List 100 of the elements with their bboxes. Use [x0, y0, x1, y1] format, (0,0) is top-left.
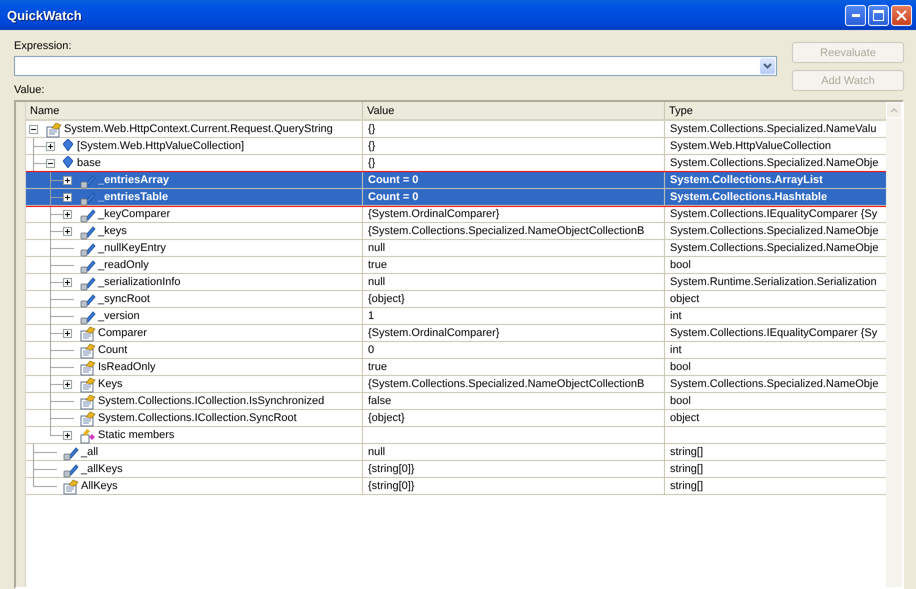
member-value: Count = 0	[368, 174, 418, 186]
tree-row[interactable]: _entriesTable Count = 0 System.Collections.Hashtable	[26, 189, 886, 206]
field-icon	[80, 275, 96, 291]
member-value: {System.OrdinalComparer}	[368, 327, 500, 339]
member-name: AllKeys	[81, 480, 118, 492]
member-name: _readOnly	[98, 259, 149, 271]
member-name: System.Web.HttpContext.Current.Request.QueryString	[64, 123, 333, 135]
field-icon	[80, 309, 96, 325]
member-value: null	[368, 242, 386, 254]
property-icon	[46, 122, 62, 138]
member-type: bool	[670, 361, 691, 373]
tree-row[interactable]: [System.Web.HttpValueCollection] {} System.Web.HttpValueCollection	[26, 138, 886, 155]
expand-icon[interactable]	[63, 210, 72, 219]
member-name: _all	[81, 446, 98, 458]
member-type: System.Collections.Specialized.NameObje	[670, 242, 878, 254]
member-name: System.Collections.ICollection.SyncRoot	[98, 412, 297, 424]
member-name: Keys	[98, 378, 122, 390]
tree-row[interactable]: _entriesArray Count = 0 System.Collections.ArrayList	[26, 172, 886, 189]
maximize-icon	[873, 10, 884, 20]
close-button[interactable]	[891, 4, 912, 26]
member-value: null	[368, 446, 386, 458]
tree-row[interactable]: _serializationInfo null System.Runtime.Serialization.Serialization	[26, 274, 886, 291]
static-members-icon	[80, 428, 96, 444]
collapse-icon[interactable]	[29, 125, 38, 134]
property-icon	[80, 326, 96, 342]
diamond-icon	[63, 156, 73, 168]
member-value: {System.Collections.Specialized.NameObjectCollectionB	[368, 225, 644, 237]
field-icon	[80, 173, 96, 189]
scrollbar[interactable]	[886, 102, 902, 587]
tree-row[interactable]: System.Collections.ICollection.IsSynchronized false bool	[26, 393, 886, 410]
tree-row[interactable]: _keys {System.Collections.Specialized.NameObjectCollectionB System.Collections.Specialized.NameObje	[26, 223, 886, 240]
column-header[interactable]: Value	[363, 102, 665, 119]
window-title: QuickWatch	[7, 8, 82, 22]
field-icon	[80, 241, 96, 257]
member-type: bool	[670, 395, 691, 407]
member-name: _keys	[98, 225, 127, 237]
member-value: {}	[368, 140, 376, 152]
field-icon	[80, 224, 96, 240]
member-value: null	[368, 276, 386, 288]
member-value: 1	[368, 310, 374, 322]
tree-row[interactable]: Static members	[26, 427, 886, 444]
expression-field[interactable]	[14, 56, 777, 76]
member-name: _entriesArray	[98, 174, 169, 186]
minimize-button[interactable]	[845, 4, 866, 26]
property-icon	[80, 360, 96, 376]
tree-row[interactable]: _all null string[]	[26, 444, 886, 461]
member-name: _nullKeyEntry	[98, 242, 166, 254]
tree-row[interactable]: _nullKeyEntry null System.Collections.Specialized.NameObje	[26, 240, 886, 257]
expand-icon[interactable]	[63, 193, 72, 202]
collapse-icon[interactable]	[46, 159, 55, 168]
tree-row[interactable]: IsReadOnly true bool	[26, 359, 886, 376]
tree-row[interactable]: Count 0 int	[26, 342, 886, 359]
member-name: IsReadOnly	[98, 361, 156, 373]
member-type: string[]	[670, 463, 704, 475]
field-icon	[80, 258, 96, 274]
member-type: string[]	[670, 480, 704, 492]
member-value: {}	[368, 123, 376, 135]
tree-row[interactable]: _keyComparer {System.OrdinalComparer} System.Collections.IEqualityComparer {Sy	[26, 206, 886, 223]
tree-row[interactable]: _readOnly true bool	[26, 257, 886, 274]
expand-icon[interactable]	[63, 278, 72, 287]
dropdown-button[interactable]	[760, 58, 775, 74]
maximize-button[interactable]	[868, 4, 889, 26]
member-name: _version	[98, 310, 140, 322]
expand-icon[interactable]	[63, 431, 72, 440]
column-header[interactable]: Name	[26, 102, 363, 119]
member-value: {object}	[368, 293, 405, 305]
tree-row[interactable]: System.Web.HttpContext.Current.Request.QueryString {} System.Collections.Specialized.NameValu	[26, 121, 886, 138]
expand-icon[interactable]	[63, 176, 72, 185]
member-name: System.Collections.ICollection.IsSynchronized	[98, 395, 324, 407]
tree-row[interactable]: System.Collections.ICollection.SyncRoot {object} object	[26, 410, 886, 427]
field-icon	[63, 462, 79, 478]
tree-row[interactable]: Keys {System.Collections.Specialized.NameObjectCollectionB System.Collections.Specialized.NameObje	[26, 376, 886, 393]
tree-row[interactable]: Comparer {System.OrdinalComparer} System.Collections.IEqualityComparer {Sy	[26, 325, 886, 342]
property-icon	[80, 377, 96, 393]
tree-row[interactable]: _allKeys {string[0]} string[]	[26, 461, 886, 478]
member-value: {System.OrdinalComparer}	[368, 208, 500, 220]
member-value: {}	[368, 157, 376, 169]
member-type: System.Collections.Hashtable	[670, 191, 828, 203]
property-icon	[80, 411, 96, 427]
member-type: System.Collections.IEqualityComparer {Sy	[670, 208, 878, 220]
property-icon	[80, 394, 96, 410]
expand-icon[interactable]	[63, 380, 72, 389]
member-value: true	[368, 361, 387, 373]
chevron-down-icon	[763, 63, 772, 69]
member-name: Comparer	[98, 327, 147, 339]
tree-row[interactable]: _version 1 int	[26, 308, 886, 325]
expand-icon[interactable]	[63, 329, 72, 338]
member-value: false	[368, 395, 392, 407]
tree-row[interactable]: AllKeys {string[0]} string[]	[26, 478, 886, 495]
member-name: _syncRoot	[98, 293, 150, 305]
property-icon	[63, 479, 79, 495]
member-value: true	[368, 259, 387, 271]
tree-row[interactable]: _syncRoot {object} object	[26, 291, 886, 308]
property-icon	[80, 343, 96, 359]
field-icon	[80, 190, 96, 206]
expand-icon[interactable]	[46, 142, 55, 151]
minimize-icon	[852, 14, 860, 16]
member-type: System.Collections.Specialized.NameObje	[670, 225, 878, 237]
member-name: Count	[98, 344, 128, 356]
expand-icon[interactable]	[63, 227, 72, 236]
